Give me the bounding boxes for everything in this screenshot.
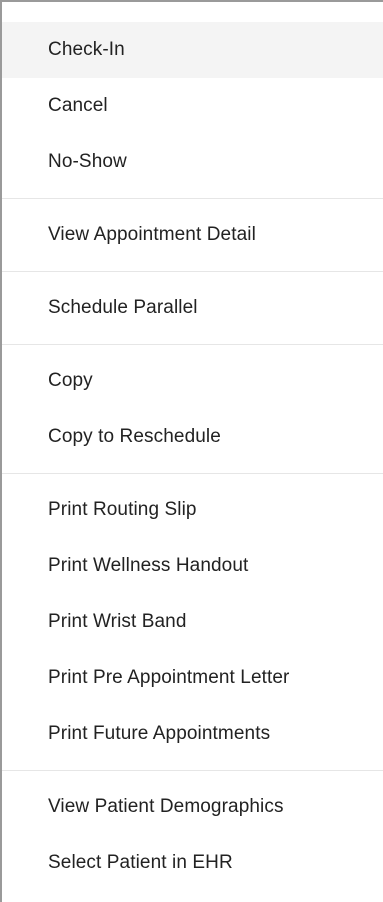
menu-item-check-in[interactable]: Check-In bbox=[2, 22, 383, 78]
appointment-detail-group: View Appointment Detail bbox=[2, 199, 383, 272]
menu-item-print-routing-slip[interactable]: Print Routing Slip bbox=[2, 482, 383, 538]
menu-item-print-wrist-band[interactable]: Print Wrist Band bbox=[2, 594, 383, 650]
menu-item-schedule-parallel[interactable]: Schedule Parallel bbox=[2, 280, 383, 336]
menu-item-no-show[interactable]: No-Show bbox=[2, 134, 383, 190]
menu-item-copy[interactable]: Copy bbox=[2, 353, 383, 409]
appointment-context-menu: Check-In Cancel No-Show View Appointment… bbox=[0, 0, 383, 902]
menu-item-select-patient-in-ehr[interactable]: Select Patient in EHR bbox=[2, 835, 383, 891]
menu-item-copy-to-reschedule[interactable]: Copy to Reschedule bbox=[2, 409, 383, 465]
menu-item-print-wellness-handout[interactable]: Print Wellness Handout bbox=[2, 538, 383, 594]
status-actions-group: Check-In Cancel No-Show bbox=[2, 2, 383, 199]
menu-item-view-appointment-detail[interactable]: View Appointment Detail bbox=[2, 207, 383, 263]
patient-group: View Patient Demographics Select Patient… bbox=[2, 771, 383, 899]
copy-group: Copy Copy to Reschedule bbox=[2, 345, 383, 474]
menu-item-print-future-appointments[interactable]: Print Future Appointments bbox=[2, 706, 383, 762]
schedule-group: Schedule Parallel bbox=[2, 272, 383, 345]
menu-item-view-patient-demographics[interactable]: View Patient Demographics bbox=[2, 779, 383, 835]
print-group: Print Routing Slip Print Wellness Handou… bbox=[2, 474, 383, 771]
menu-item-cancel[interactable]: Cancel bbox=[2, 78, 383, 134]
menu-item-print-pre-appointment-letter[interactable]: Print Pre Appointment Letter bbox=[2, 650, 383, 706]
